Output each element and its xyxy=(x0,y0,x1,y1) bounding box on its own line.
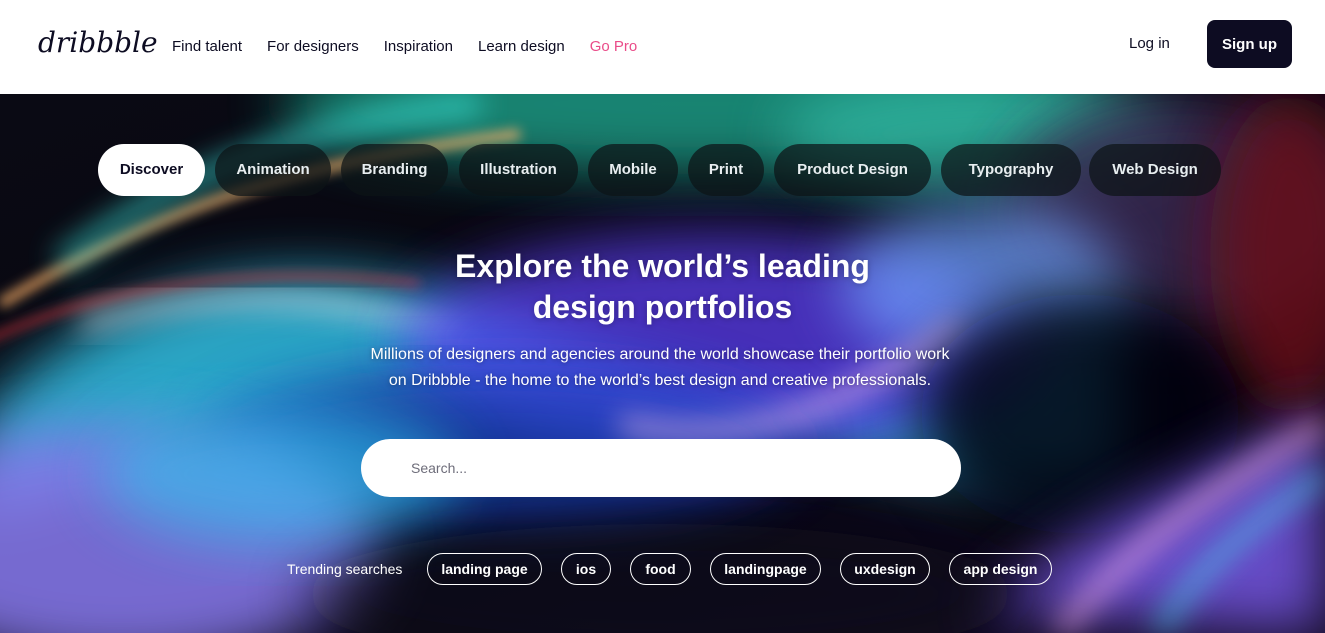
site-header: dribbble Find talent For designers Inspi… xyxy=(0,0,1325,94)
hero-subtext: Millions of designers and agencies aroun… xyxy=(350,342,970,394)
dribbble-logo[interactable]: dribbble xyxy=(38,28,158,58)
hero-headline: Explore the world’s leading design portf… xyxy=(0,246,1325,328)
category-branding[interactable]: Branding xyxy=(341,144,448,196)
login-link[interactable]: Log in xyxy=(1129,35,1170,53)
search-input[interactable] xyxy=(361,439,961,497)
nav-go-pro[interactable]: Go Pro xyxy=(590,38,638,56)
trending-tag-app-design[interactable]: app design xyxy=(949,553,1052,585)
hero-subtext-line-2: on Dribbble - the home to the world’s be… xyxy=(388,372,932,389)
nav-find-talent[interactable]: Find talent xyxy=(172,38,242,56)
hero-headline-line-2: design portfolios xyxy=(532,289,793,325)
hero-headline-line-1: Explore the world’s leading xyxy=(455,248,870,284)
category-print[interactable]: Print xyxy=(688,144,764,196)
nav-inspiration[interactable]: Inspiration xyxy=(384,38,453,56)
category-animation[interactable]: Animation xyxy=(215,144,331,196)
signup-button[interactable]: Sign up xyxy=(1207,20,1292,68)
trending-tag-food[interactable]: food xyxy=(630,553,691,585)
category-typography[interactable]: Typography xyxy=(941,144,1081,196)
trending-tag-landing-page[interactable]: landing page xyxy=(427,553,542,585)
trending-tag-ios[interactable]: ios xyxy=(561,553,611,585)
category-discover[interactable]: Discover xyxy=(98,144,205,196)
category-mobile[interactable]: Mobile xyxy=(588,144,678,196)
category-illustration[interactable]: Illustration xyxy=(459,144,578,196)
trending-searches-label: Trending searches xyxy=(287,561,403,577)
category-product-design[interactable]: Product Design xyxy=(774,144,931,196)
nav-for-designers[interactable]: For designers xyxy=(267,38,359,56)
category-web-design[interactable]: Web Design xyxy=(1089,144,1221,196)
main-nav: Find talent For designers Inspiration Le… xyxy=(172,38,662,56)
nav-learn-design[interactable]: Learn design xyxy=(478,38,565,56)
trending-tag-landingpage[interactable]: landingpage xyxy=(710,553,821,585)
trending-tag-uxdesign[interactable]: uxdesign xyxy=(840,553,930,585)
hero-subtext-line-1: Millions of designers and agencies aroun… xyxy=(370,346,950,363)
hero-section: Discover Animation Branding Illustration… xyxy=(0,94,1325,633)
